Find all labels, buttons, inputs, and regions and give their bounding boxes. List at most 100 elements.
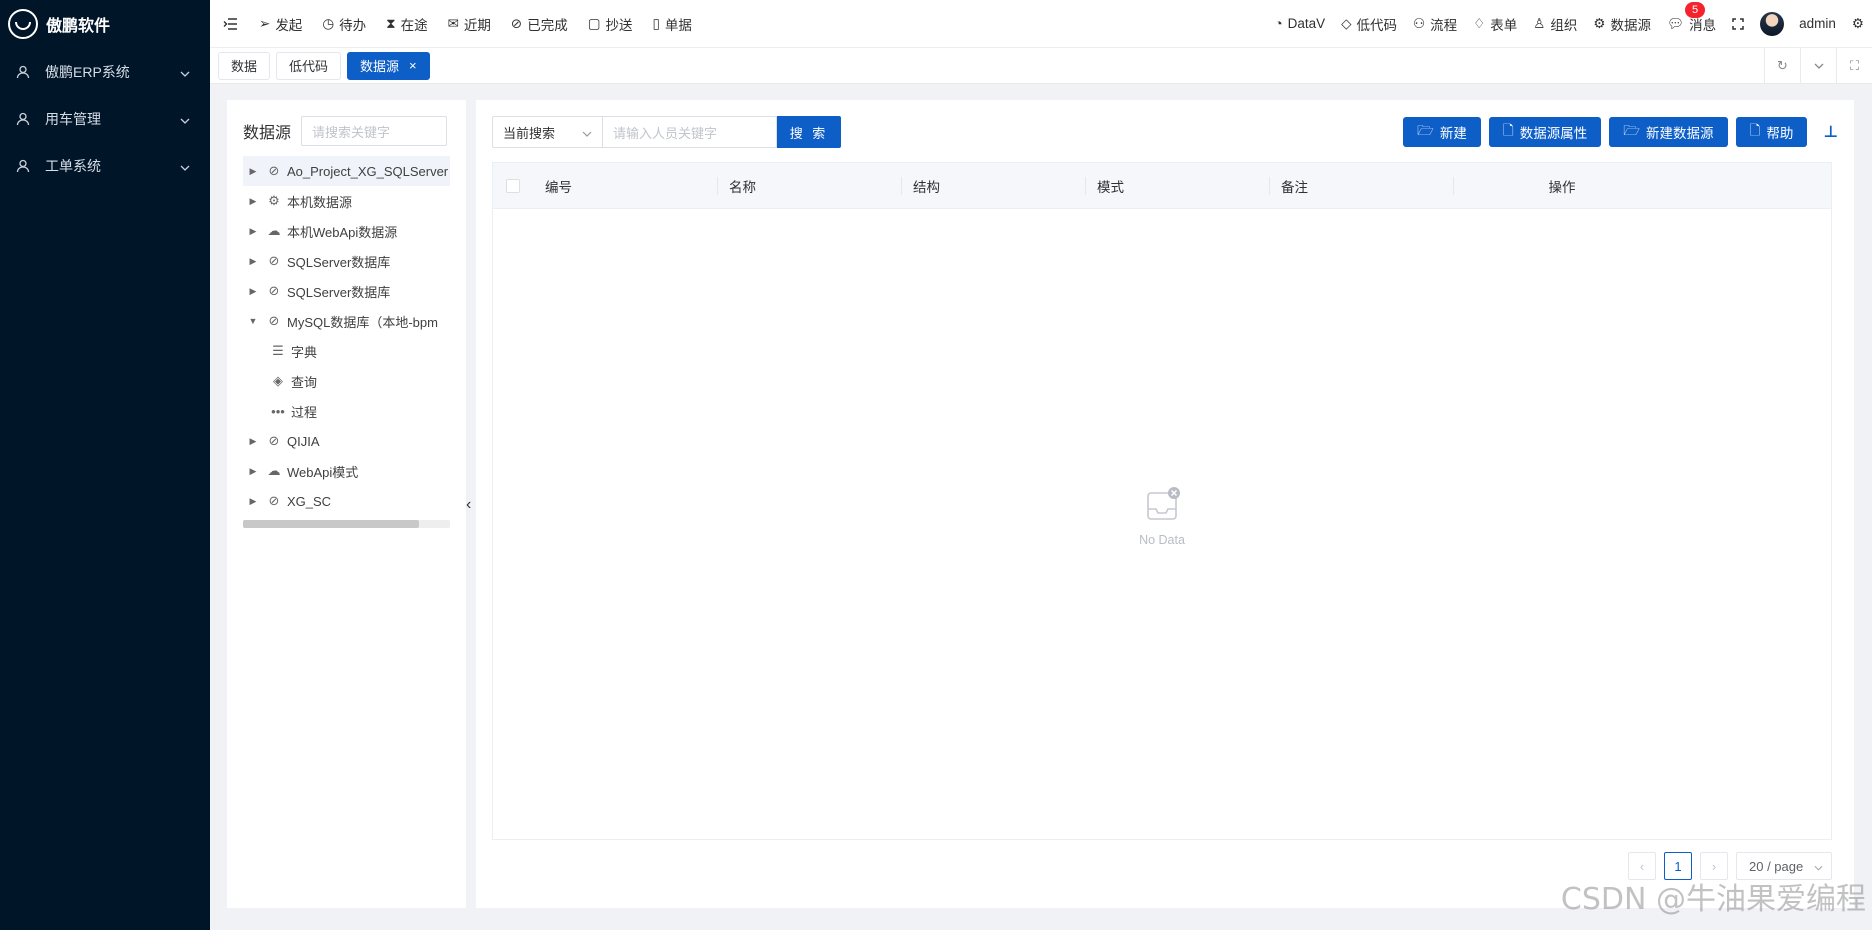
caret-down-icon[interactable]: ▼ [243,316,263,326]
column-height-icon[interactable]: ⊥ [1823,122,1838,142]
empty-inbox-icon [1142,485,1182,525]
search-scope-select[interactable]: 当前搜索 [492,116,602,148]
tree-node[interactable]: ••• 过程 [243,396,450,426]
select-value: 当前搜索 [503,125,556,141]
data-table: 编号 名称 结构 模式 备注 操作 No Data [492,162,1832,840]
collapse-panel-icon[interactable]: ‹ [466,496,471,514]
menu-fold-icon[interactable] [210,17,250,30]
tree-node[interactable]: ▶ ⚙ 本机数据源 [243,186,450,216]
button-label: 新建数据源 [1646,126,1714,141]
nav-messages[interactable]: 💬︎ 消息 5 [1659,0,1724,48]
document-icon: ▯ [652,15,660,31]
caret-right-icon[interactable]: ▶ [243,496,263,507]
tree-node[interactable]: ☰ 字典 [243,336,450,366]
chevron-down-icon[interactable] [1800,47,1836,84]
sidebar-item-vehicle[interactable]: 用车管理 [0,95,210,142]
close-icon[interactable]: × [409,58,417,73]
nav-label: 表单 [1490,17,1518,33]
column-header[interactable]: 结构 [901,163,1085,209]
tree-node-label: 本机数据源 [287,194,353,210]
chevron-down-icon [180,64,190,80]
tab-lowcode[interactable]: 低代码 [276,51,342,80]
nav-lowcode[interactable]: ◇ 低代码 [1333,0,1405,48]
folder-open-icon: 🗁︎ [1417,122,1434,138]
clock-icon: ◷ [322,15,335,31]
tree-node[interactable]: ▼ ⊘ MySQL数据库（本地-bpm [243,306,450,336]
diamond-icon: ♢ [1473,15,1486,31]
tree-search-input[interactable]: 请搜索关键字 [301,116,448,146]
app-logo[interactable]: 傲鹏软件 [0,0,210,48]
caret-right-icon[interactable]: ▶ [243,286,263,297]
nav-label: 数据源 [1610,17,1651,33]
nav-datav[interactable]: ◔ DataV [1266,0,1333,48]
nav-cc[interactable]: ▢ 抄送 [579,0,642,48]
check-circle-icon: ⊘ [510,15,523,31]
nav-label: 发起 [275,17,303,33]
column-header[interactable]: 备注 [1269,163,1453,209]
tree-node[interactable]: ▶ ⊘ XG_SC [243,486,450,516]
sidebar-item-workorder[interactable]: 工单系统 [0,142,210,189]
tree-node-label: 字典 [291,344,318,360]
column-header[interactable]: 操作 [1453,163,1671,209]
nav-form[interactable]: ♢ 表单 [1465,0,1525,48]
tree-node[interactable]: ▶ ☁ WebApi模式 [243,456,450,486]
tree-node[interactable]: ▶ ⊘ SQLServer数据库 [243,246,450,276]
help-button[interactable]: 🗋︎ 帮助 [1735,117,1808,147]
keyword-input[interactable]: 请输入人员关键字 [602,116,777,148]
tree-node[interactable]: ◈ 查询 [243,366,450,396]
nav-datasource[interactable]: ⚙ 数据源 [1585,0,1659,48]
column-header[interactable]: 名称 [717,163,901,209]
button-label: 新建 [1439,126,1467,141]
datasource-properties-button[interactable]: 🗋︎ 数据源属性 [1488,117,1602,147]
fullscreen-icon[interactable] [1724,0,1752,48]
settings-icon[interactable]: ⚙ [1844,0,1872,48]
column-header[interactable]: 编号 [533,163,717,209]
user-icon [15,111,31,127]
select-all-checkbox[interactable] [506,178,520,193]
tab-datasource[interactable]: 数据源 × [347,51,430,80]
caret-right-icon[interactable]: ▶ [243,256,263,267]
tree-node[interactable]: ▶ ⊘ QIJIA [243,426,450,456]
nav-flow[interactable]: ⚇ 流程 [1405,0,1465,48]
username: admin [1799,16,1836,31]
sidebar-item-erp[interactable]: 傲鹏ERP系统 [0,48,210,95]
caret-right-icon[interactable]: ▶ [243,436,263,447]
cloud-icon: ☁ [267,463,281,478]
new-datasource-button[interactable]: 🗁︎ 新建数据源 [1609,117,1728,147]
caret-right-icon[interactable]: ▶ [243,196,263,207]
refresh-icon[interactable]: ↻ [1764,47,1800,84]
caret-right-icon[interactable]: ▶ [243,226,263,237]
nav-recent[interactable]: ✉ 近期 [439,0,500,48]
tree-node[interactable]: ▶ ⊘ Ao_Project_XG_SQLServer [243,156,450,186]
tree-node[interactable]: ▶ ☁ 本机WebApi数据源 [243,216,450,246]
search-button[interactable]: 搜 索 [777,116,841,148]
mail-icon: ✉ [447,15,459,31]
sidebar: 傲鹏软件 傲鹏ERP系统 用车管理 工单系统 [0,0,210,930]
brand-logo-icon [8,9,38,39]
nav-initiate[interactable]: ➢ 发起 [250,0,311,48]
nav-org[interactable]: ♙ 组织 [1525,0,1585,48]
nav-in-transit[interactable]: ⧗ 在途 [377,0,436,48]
avatar [1760,11,1785,36]
new-button[interactable]: 🗁︎ 新建 [1403,117,1481,147]
nav-documents[interactable]: ▯ 单据 [643,0,700,48]
nav-todo[interactable]: ◷ 待办 [313,0,375,48]
tab-data[interactable]: 数据 [218,51,271,80]
nav-completed[interactable]: ⊘ 已完成 [502,0,577,48]
caret-right-icon[interactable]: ▶ [243,166,263,177]
scrollbar-thumb[interactable] [243,520,419,528]
db-icon: ⊘ [268,283,280,298]
quick-nav: ➢ 发起 ◷ 待办 ⧗ 在途 ✉ 近期 ⊘ 已完成 ▢ 抄送 ▯ 单据 [250,0,701,48]
tree-title: 数据源 [243,125,292,142]
tree-node-label: 查询 [291,374,318,390]
nav-label: 单据 [664,17,692,33]
file-icon: 🗋︎ [1749,122,1761,138]
column-header[interactable]: 模式 [1085,163,1269,209]
user-menu[interactable]: admin [1752,0,1844,48]
maximize-icon[interactable]: ⛶ [1836,47,1872,84]
header-actions: ◔ DataV ◇ 低代码 ⚇ 流程 ♢ 表单 ♙ 组织 ⚙ 数据源 💬︎ 消息 5 adm… [1266,0,1872,48]
caret-right-icon[interactable]: ▶ [243,466,263,477]
tree-node[interactable]: ▶ ⊘ SQLServer数据库 [243,276,450,306]
main-panel: 当前搜索 请输入人员关键字 搜 索 🗁︎ 新建 🗋︎ 数据源属性 🗁︎ 新建数据源 🗋… [476,100,1854,908]
horizontal-scrollbar[interactable] [243,520,450,528]
